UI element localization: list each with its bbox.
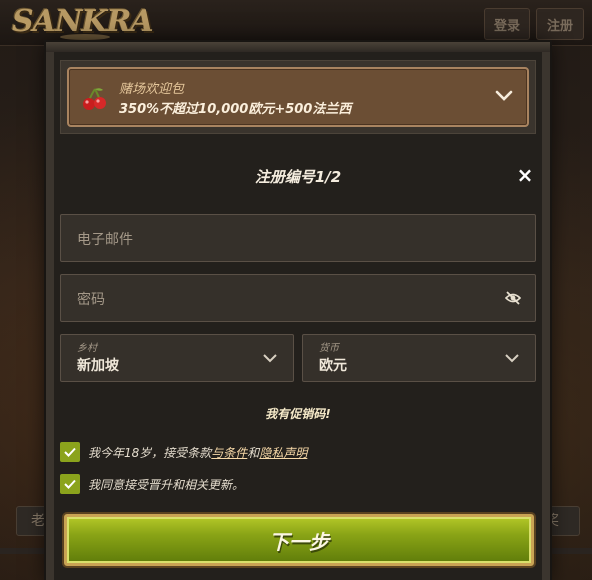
age-terms-and: 和 [247, 445, 260, 460]
register-button[interactable]: 注册 [536, 8, 584, 40]
login-button[interactable]: 登录 [484, 8, 530, 40]
close-icon[interactable]: × [516, 165, 534, 185]
terms-link[interactable]: 与条件 [211, 446, 247, 460]
site-header: SANKRA 登录 注册 [0, 0, 592, 46]
check-icon [64, 447, 76, 457]
registration-modal: 赌场欢迎包 350%不超过10,000欧元+500法兰西 注册编号1/2 × 电… [46, 42, 550, 580]
country-label: 乡村 [77, 343, 97, 354]
country-select[interactable]: 乡村 新加坡 [60, 334, 294, 382]
bonus-title: 赌场欢迎包 [119, 82, 185, 97]
promo-code-link[interactable]: 我有促销码! [54, 405, 542, 422]
country-value: 新加坡 [77, 358, 119, 374]
currency-value: 欧元 [319, 358, 347, 374]
currency-label: 货币 [319, 343, 339, 354]
chevron-down-icon [263, 354, 277, 363]
bonus-description: 350%不超过10,000欧元+500法兰西 [119, 102, 352, 117]
password-field[interactable]: 密码 [60, 274, 536, 322]
chevron-down-icon[interactable] [495, 90, 513, 102]
currency-select[interactable]: 货币 欧元 [302, 334, 536, 382]
check-icon [64, 479, 76, 489]
chevron-down-icon [505, 354, 519, 363]
email-placeholder: 电子邮件 [77, 232, 133, 248]
consent-row: 我同意接受晋升和相关更新。 [60, 474, 244, 494]
form-title: 注册编号1/2 [254, 168, 342, 186]
welcome-bonus-dropdown[interactable]: 赌场欢迎包 350%不超过10,000欧元+500法兰西 [67, 67, 529, 127]
next-step-button[interactable]: 下一步 [64, 514, 534, 566]
logo-swoosh [60, 34, 110, 40]
password-placeholder: 密码 [77, 292, 105, 308]
consent-checkbox[interactable] [60, 474, 80, 494]
eye-off-icon[interactable] [505, 290, 521, 306]
bonus-dropdown-frame: 赌场欢迎包 350%不超过10,000欧元+500法兰西 [60, 60, 536, 134]
privacy-link[interactable]: 隐私声明 [259, 446, 307, 460]
age-terms-prefix: 我今年18岁，接受条款 [88, 445, 212, 460]
age-terms-row: 我今年18岁，接受条款与条件和隐私声明 [60, 442, 307, 462]
age-terms-text: 我今年18岁，接受条款与条件和隐私声明 [88, 444, 307, 461]
email-field[interactable]: 电子邮件 [60, 214, 536, 262]
consent-text: 我同意接受晋升和相关更新。 [88, 477, 245, 492]
cherry-icon [83, 88, 106, 110]
age-terms-checkbox[interactable] [60, 442, 80, 462]
